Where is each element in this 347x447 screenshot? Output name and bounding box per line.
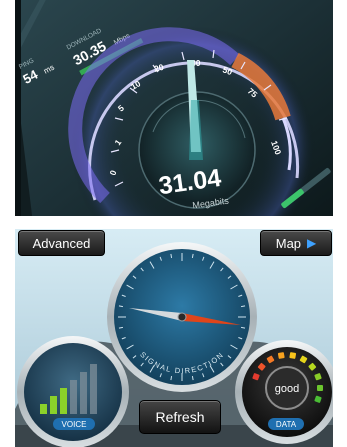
refresh-button-label: Refresh <box>155 409 205 425</box>
compass-tick <box>241 326 246 329</box>
speedtest-screenshot: PING 54 ms DOWNLOAD 30.35 Mbps 0 1 5 10 … <box>15 0 333 216</box>
voice-bar <box>70 380 77 414</box>
voice-bar <box>60 388 67 414</box>
map-button-label: Map <box>275 235 302 251</box>
data-quality-value: good <box>275 383 299 395</box>
voice-bar <box>90 364 97 414</box>
compass-tick <box>170 253 173 258</box>
data-quality-led <box>317 385 323 391</box>
advanced-button-label: Advanced <box>32 235 91 251</box>
voice-bar <box>50 396 57 414</box>
speedtest-scene: PING 54 ms DOWNLOAD 30.35 Mbps 0 1 5 10 … <box>15 0 333 216</box>
advanced-button[interactable]: Advanced <box>18 230 105 256</box>
data-quality-led <box>289 352 297 359</box>
refresh-button[interactable]: Refresh <box>139 400 221 434</box>
signal-app: VOICE good DATA SIGNAL DIRECTION Advance… <box>15 229 333 447</box>
compass-tick <box>191 253 194 258</box>
data-label: DATA <box>276 420 297 429</box>
compass-tick <box>118 326 123 329</box>
map-button[interactable]: Map ▶ <box>260 230 332 256</box>
compass-tick <box>118 305 123 308</box>
voice-bar <box>40 404 47 414</box>
compass-tick <box>191 376 194 381</box>
phone-bezel <box>15 0 21 216</box>
compass-tick <box>170 376 173 381</box>
compass-tick <box>241 305 246 308</box>
play-arrow-icon: ▶ <box>307 236 317 250</box>
voice-bar <box>80 372 87 414</box>
data-quality-led <box>277 352 285 359</box>
compass-pivot <box>177 312 187 322</box>
voice-label: VOICE <box>62 420 87 429</box>
